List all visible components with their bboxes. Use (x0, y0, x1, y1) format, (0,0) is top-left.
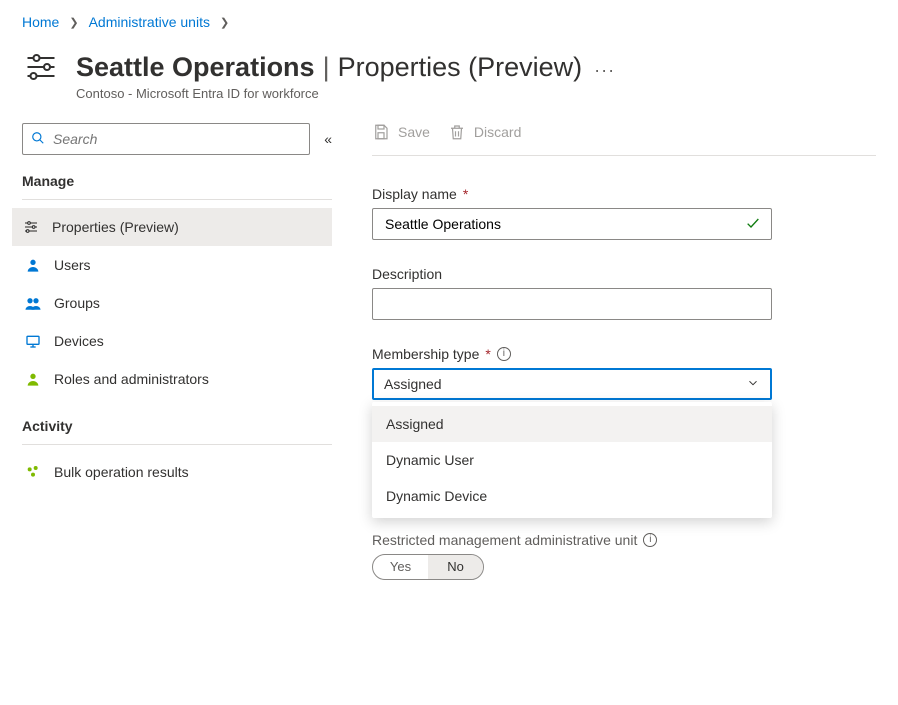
field-restricted-mgmt: Restricted management administrative uni… (372, 532, 876, 580)
divider (22, 444, 332, 445)
sidebar-item-label: Roles and administrators (54, 371, 209, 387)
description-input[interactable] (383, 295, 761, 313)
trash-icon (448, 123, 466, 141)
sidebar-item-label: Groups (54, 295, 100, 311)
chevron-down-icon (746, 376, 760, 393)
breadcrumb-home[interactable]: Home (22, 14, 59, 30)
save-button[interactable]: Save (372, 123, 430, 141)
restricted-mgmt-label: Restricted management administrative uni… (372, 532, 637, 548)
sidebar-item-groups[interactable]: Groups (12, 284, 332, 322)
sidebar-item-label: Devices (54, 333, 104, 349)
display-name-input-wrap[interactable] (372, 208, 772, 240)
sidebar: « Manage Properties (Preview) Users (22, 123, 332, 580)
sidebar-section-manage: Manage (22, 173, 332, 189)
page-subtitle: Contoso - Microsoft Entra ID for workfor… (76, 86, 876, 101)
page-title-section: Properties (Preview) (338, 52, 583, 83)
field-display-name: Display name * (372, 186, 876, 240)
breadcrumb-admin-units[interactable]: Administrative units (89, 14, 210, 30)
field-membership-type: Membership type * i Assigned Assigned Dy… (372, 346, 876, 400)
search-icon (31, 131, 45, 148)
display-name-label: Display name (372, 186, 457, 202)
dropdown-option-assigned[interactable]: Assigned (372, 406, 772, 442)
device-icon (24, 332, 42, 350)
sidebar-section-activity: Activity (22, 418, 332, 434)
group-icon (24, 294, 42, 312)
sidebar-item-properties[interactable]: Properties (Preview) (12, 208, 332, 246)
page-title-name: Seattle Operations (76, 52, 315, 83)
discard-button[interactable]: Discard (448, 123, 521, 141)
collapse-sidebar-button[interactable]: « (324, 131, 332, 147)
toolbar: Save Discard (372, 123, 876, 156)
admin-role-icon (24, 370, 42, 388)
sidebar-item-bulk-results[interactable]: Bulk operation results (12, 453, 332, 491)
divider (22, 199, 332, 200)
membership-type-select[interactable]: Assigned (372, 368, 772, 400)
sidebar-item-label: Users (54, 257, 91, 273)
bulk-results-icon (24, 463, 42, 481)
required-indicator: * (485, 346, 490, 362)
sidebar-item-roles[interactable]: Roles and administrators (12, 360, 332, 398)
membership-type-value: Assigned (384, 376, 442, 392)
toggle-no[interactable]: No (428, 555, 483, 579)
settings-sliders-icon (22, 48, 60, 86)
info-icon[interactable]: i (497, 347, 511, 361)
dropdown-option-dynamic-device[interactable]: Dynamic Device (372, 478, 772, 514)
sidebar-item-label: Bulk operation results (54, 464, 189, 480)
breadcrumb: Home ❯ Administrative units ❯ (22, 14, 876, 30)
field-description: Description (372, 266, 876, 320)
settings-sliders-icon (22, 218, 40, 236)
discard-label: Discard (474, 124, 521, 140)
toggle-yes[interactable]: Yes (373, 555, 428, 579)
title-separator: | (323, 52, 330, 83)
membership-type-dropdown: Assigned Dynamic User Dynamic Device (372, 402, 772, 518)
user-icon (24, 256, 42, 274)
display-name-input[interactable] (383, 215, 745, 233)
description-label: Description (372, 266, 442, 282)
more-button[interactable]: ··· (594, 60, 615, 81)
check-icon (745, 215, 761, 234)
membership-type-label: Membership type (372, 346, 479, 362)
chevron-right-icon: ❯ (220, 16, 229, 29)
main-content: Save Discard Display name * (372, 123, 876, 580)
save-icon (372, 123, 390, 141)
page-header: Seattle Operations | Properties (Preview… (22, 48, 876, 86)
restricted-mgmt-toggle[interactable]: Yes No (372, 554, 484, 580)
description-input-wrap[interactable] (372, 288, 772, 320)
sidebar-search[interactable] (22, 123, 310, 155)
sidebar-item-devices[interactable]: Devices (12, 322, 332, 360)
dropdown-option-dynamic-user[interactable]: Dynamic User (372, 442, 772, 478)
info-icon[interactable]: i (643, 533, 657, 547)
required-indicator: * (463, 186, 468, 202)
search-input[interactable] (51, 130, 301, 148)
chevron-right-icon: ❯ (69, 16, 78, 29)
sidebar-item-users[interactable]: Users (12, 246, 332, 284)
sidebar-item-label: Properties (Preview) (52, 219, 179, 235)
save-label: Save (398, 124, 430, 140)
